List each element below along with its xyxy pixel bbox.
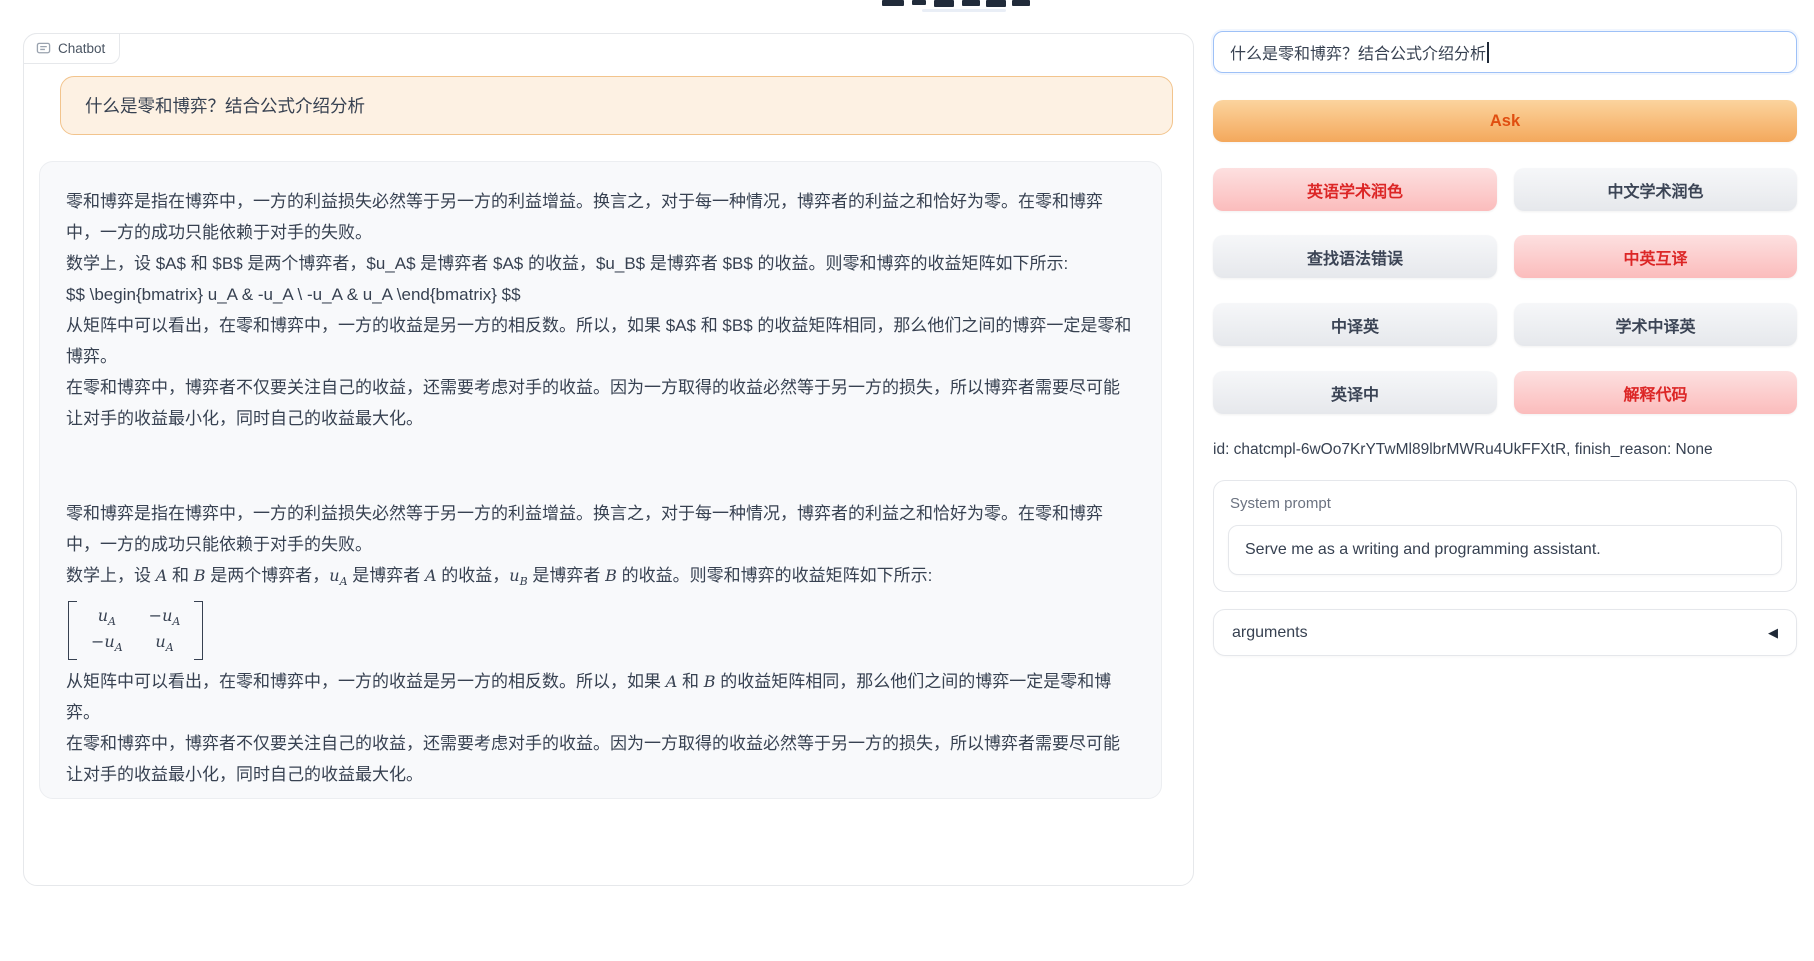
bot-paragraph: 数学上，设 $A$ 和 $B$ 是两个博弈者，$u_A$ 是博弈者 $A$ 的收… xyxy=(66,248,1135,279)
text-cursor xyxy=(1487,42,1489,63)
bot-paragraph: 零和博弈是指在博弈中，一方的利益损失必然等于另一方的利益增益。换言之，对于每一种… xyxy=(66,186,1135,248)
bot-paragraph: 从矩阵中可以看出，在零和博弈中，一方的收益是另一方的相反数。所以，如果 A 和 … xyxy=(66,666,1135,728)
chat-bubble-icon xyxy=(36,41,51,56)
bot-paragraph: 零和博弈是指在博弈中，一方的利益损失必然等于另一方的利益增益。换言之，对于每一种… xyxy=(66,498,1135,560)
quick-button-explain-code[interactable]: 解释代码 xyxy=(1514,371,1797,414)
inline-math: A xyxy=(666,672,678,691)
inline-math: A xyxy=(425,566,437,585)
clipped-title-fragment xyxy=(1012,0,1030,6)
title-underline xyxy=(922,9,1006,12)
system-prompt-label: System prompt xyxy=(1230,495,1331,512)
payoff-matrix: uA −uA −uA uA xyxy=(68,601,203,659)
bot-paragraph: 在零和博弈中，博弈者不仅要关注自己的收益，还需要考虑对手的收益。因为一方取得的收… xyxy=(66,728,1135,790)
chatbot-panel: Chatbot 什么是零和博弈？结合公式介绍分析 零和博弈是指在博弈中，一方的利… xyxy=(23,33,1194,886)
inline-math: uA xyxy=(98,606,116,628)
user-message-text: 什么是零和博弈？结合公式介绍分析 xyxy=(85,93,365,118)
quick-button-en-to-zh[interactable]: 英译中 xyxy=(1213,371,1497,414)
inline-math: uA xyxy=(155,632,173,654)
bot-message-content: 零和博弈是指在博弈中，一方的利益损失必然等于另一方的利益增益。换言之，对于每一种… xyxy=(66,186,1135,790)
matrix-bracket-left xyxy=(68,601,77,659)
ask-button[interactable]: Ask xyxy=(1213,100,1797,142)
system-prompt-card: System prompt Serve me as a writing and … xyxy=(1213,480,1797,592)
quick-button-zh-to-en[interactable]: 中译英 xyxy=(1213,303,1497,346)
clipped-title-fragment xyxy=(986,0,1006,7)
clipped-title-fragment xyxy=(912,0,926,5)
inline-math: B xyxy=(704,672,716,691)
paragraph-spacer xyxy=(66,434,1135,498)
quick-button-find-grammar-errors[interactable]: 查找语法错误 xyxy=(1213,235,1497,278)
inline-math: uA xyxy=(329,566,347,585)
clipped-page-title xyxy=(882,0,1032,12)
matrix-bracket-right xyxy=(194,601,203,659)
matrix-entries: uA −uA −uA uA xyxy=(77,601,194,659)
quick-button-zh-en-mutual-translate[interactable]: 中英互译 xyxy=(1514,235,1797,278)
quick-button-academic-zh-to-en[interactable]: 学术中译英 xyxy=(1514,303,1797,346)
chatbot-panel-label: Chatbot xyxy=(23,33,120,64)
bot-paragraph: 数学上，设 A 和 B 是两个博弈者，uA 是博弈者 A 的收益，uB 是博弈者… xyxy=(66,560,1135,597)
clipped-title-fragment xyxy=(962,0,980,6)
user-message-bubble: 什么是零和博弈？结合公式介绍分析 xyxy=(60,76,1173,135)
clipped-title-fragment xyxy=(934,0,954,7)
question-input-value: 什么是零和博弈？结合公式介绍分析 xyxy=(1230,40,1486,64)
accordion-collapse-icon: ◀ xyxy=(1768,625,1778,641)
bot-message-bubble: 零和博弈是指在博弈中，一方的利益损失必然等于另一方的利益增益。换言之，对于每一种… xyxy=(39,161,1162,799)
inline-math: −uA xyxy=(149,606,181,628)
question-input[interactable]: 什么是零和博弈？结合公式介绍分析 xyxy=(1213,31,1797,73)
quick-button-english-academic-polish[interactable]: 英语学术润色 xyxy=(1213,168,1497,211)
inline-math: uB xyxy=(509,566,527,585)
system-prompt-value: Serve me as a writing and programming as… xyxy=(1245,541,1601,559)
response-status-line: id: chatcmpl-6wOo7KrYTwMl89lbrMWRu4UkFFX… xyxy=(1213,441,1797,459)
inline-math: A xyxy=(156,566,168,585)
inline-math: B xyxy=(605,566,617,585)
quick-button-chinese-academic-polish[interactable]: 中文学术润色 xyxy=(1514,168,1797,211)
bot-paragraph: $$ \begin{bmatrix} u_A & -u_A \ -u_A & u… xyxy=(66,279,1135,310)
chatbot-panel-label-text: Chatbot xyxy=(58,41,105,56)
inline-math: −uA xyxy=(91,632,123,654)
arguments-accordion[interactable]: arguments ◀ xyxy=(1213,609,1797,656)
clipped-title-fragment xyxy=(882,0,904,6)
arguments-accordion-label: arguments xyxy=(1232,624,1308,642)
bot-paragraph: 从矩阵中可以看出，在零和博弈中，一方的收益是另一方的相反数。所以，如果 $A$ … xyxy=(66,310,1135,372)
inline-math: B xyxy=(194,566,206,585)
system-prompt-input[interactable]: Serve me as a writing and programming as… xyxy=(1228,525,1782,575)
bot-paragraph: 在零和博弈中，博弈者不仅要关注自己的收益，还需要考虑对手的收益。因为一方取得的收… xyxy=(66,372,1135,434)
